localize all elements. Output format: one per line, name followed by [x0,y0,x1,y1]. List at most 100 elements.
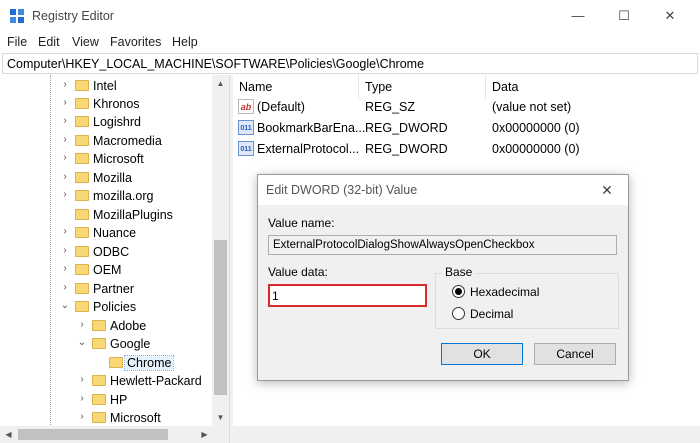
decimal-label[interactable]: Decimal [470,307,513,321]
tree-item-nuance[interactable]: › Nuance [0,224,212,242]
value-data-label: Value data: [268,265,328,279]
decimal-radio[interactable] [452,307,465,320]
maximize-button[interactable]: ☐ [601,0,647,32]
tree-vertical-scrollbar[interactable]: ▲ ▼ [212,75,229,426]
tree-item-label: OEM [93,263,122,277]
list-item[interactable]: 011 ExternalProtocol... REG_DWORD 0x0000… [233,139,700,159]
menu-view[interactable]: View [72,35,99,49]
tree-item-label: Khronos [93,97,140,111]
chevron-right-icon[interactable]: › [59,263,71,275]
chevron-right-icon[interactable]: › [59,245,71,257]
chevron-right-icon[interactable]: › [76,393,88,405]
tree-item-policies[interactable]: ⌄ Policies [0,298,212,316]
edit-dword-dialog: Edit DWORD (32-bit) Value ✕ Value name: … [257,174,629,381]
menu-edit[interactable]: Edit [38,35,60,49]
chevron-right-icon[interactable]: › [76,374,88,386]
column-header-label: Type [365,80,393,94]
value-type: REG_SZ [365,100,416,114]
scroll-up-icon[interactable]: ▲ [212,75,229,92]
tree-leaf-connector [59,208,71,220]
list-item[interactable]: ab (Default) REG_SZ (value not set) [233,97,700,117]
chevron-down-icon[interactable]: ⌄ [59,300,71,312]
tree-item-hp[interactable]: › HP [0,391,212,409]
menu-bar: File Edit View Favorites Help [0,32,700,52]
tree-item-logishrd[interactable]: › Logishrd [0,113,212,131]
chevron-right-icon[interactable]: › [59,226,71,238]
minimize-button[interactable]: — [555,0,601,32]
registry-editor-app-icon [10,9,24,23]
chevron-right-icon[interactable]: › [59,171,71,183]
tree-item-microsoft[interactable]: › Microsoft [0,150,212,168]
hexadecimal-radio[interactable] [452,285,465,298]
close-icon: ✕ [664,8,676,23]
list-item[interactable]: 011 BookmarkBarEna... REG_DWORD 0x000000… [233,118,700,138]
tree-item-microsoft-policies[interactable]: › Microsoft [0,409,212,427]
menu-help[interactable]: Help [172,35,198,49]
hexadecimal-label[interactable]: Hexadecimal [470,285,539,299]
value-data: 0x00000000 (0) [492,142,580,156]
column-header-name[interactable]: Name [233,75,359,99]
dialog-close-icon[interactable]: ✕ [594,180,620,200]
dword-value-icon: 011 [238,120,254,135]
folder-icon [75,283,89,294]
tree-leaf-connector [93,356,105,368]
chevron-right-icon[interactable]: › [76,411,88,423]
tree-item-hewlett-packard[interactable]: › Hewlett-Packard [0,372,212,390]
menu-favorites[interactable]: Favorites [110,35,161,49]
scroll-thumb[interactable] [18,429,168,440]
chevron-right-icon[interactable]: › [59,282,71,294]
tree-item-label: HP [110,393,128,407]
value-name-field: ExternalProtocolDialogShowAlwaysOpenChec… [268,235,617,255]
menu-file[interactable]: File [7,35,27,49]
tree-item-partner[interactable]: › Partner [0,280,212,298]
chevron-right-icon[interactable]: › [59,97,71,109]
tree-item-label: mozilla.org [93,189,154,203]
cancel-button[interactable]: Cancel [534,343,616,365]
tree-item-label: Partner [93,282,134,296]
tree-item-chrome[interactable]: Chrome [0,354,212,372]
value-data-input[interactable]: 1 [268,284,427,307]
tree-item-mozilla-org[interactable]: › mozilla.org [0,187,212,205]
tree-item-label: Chrome [123,355,175,371]
tree-item-label: Google [110,337,151,351]
tree-item-adobe[interactable]: › Adobe [0,317,212,335]
scroll-right-icon[interactable]: ▶ [196,426,213,443]
tree-item-mozilla[interactable]: › Mozilla [0,169,212,187]
address-path: Computer\HKEY_LOCAL_MACHINE\SOFTWARE\Pol… [7,57,425,71]
scroll-left-icon[interactable]: ◀ [0,426,17,443]
chevron-right-icon[interactable]: › [59,115,71,127]
close-button[interactable]: ✕ [647,0,693,32]
tree-item-odbc[interactable]: › ODBC [0,243,212,261]
ok-button[interactable]: OK [441,343,523,365]
chevron-right-icon[interactable]: › [76,319,88,331]
chevron-right-icon[interactable]: › [59,189,71,201]
tree-horizontal-scrollbar[interactable]: ◀ ▶ [0,426,229,443]
tree-item-label: Mozilla [93,171,132,185]
folder-icon [92,412,106,423]
value-type: REG_DWORD [365,121,448,135]
value-data: 0x00000000 (0) [492,121,580,135]
folder-icon [75,153,89,164]
column-header-label: Name [239,80,273,94]
column-header-type[interactable]: Type [359,75,486,99]
scroll-thumb[interactable] [214,240,227,395]
column-header-label: Data [492,80,519,94]
folder-icon [92,320,106,331]
tree-item-mozillaplugins[interactable]: MozillaPlugins [0,206,212,224]
tree-item-khronos[interactable]: › Khronos [0,95,212,113]
tree-item-macromedia[interactable]: › Macromedia [0,132,212,150]
column-header-data[interactable]: Data [486,75,700,99]
chevron-right-icon[interactable]: › [59,79,71,91]
title-bar: Registry Editor — ☐ ✕ [0,0,700,32]
address-bar[interactable]: Computer\HKEY_LOCAL_MACHINE\SOFTWARE\Pol… [2,53,698,74]
scroll-down-icon[interactable]: ▼ [212,409,229,426]
chevron-down-icon[interactable]: ⌄ [76,337,88,349]
tree-item-google[interactable]: ⌄ Google [0,335,212,353]
tree-item-oem[interactable]: › OEM [0,261,212,279]
chevron-right-icon[interactable]: › [59,152,71,164]
folder-open-icon [92,338,106,349]
tree-item-label: Microsoft [93,152,144,166]
tree-item-intel[interactable]: › Intel [0,77,212,95]
chevron-right-icon[interactable]: › [59,134,71,146]
tree-item-label: Hewlett-Packard [110,374,202,388]
